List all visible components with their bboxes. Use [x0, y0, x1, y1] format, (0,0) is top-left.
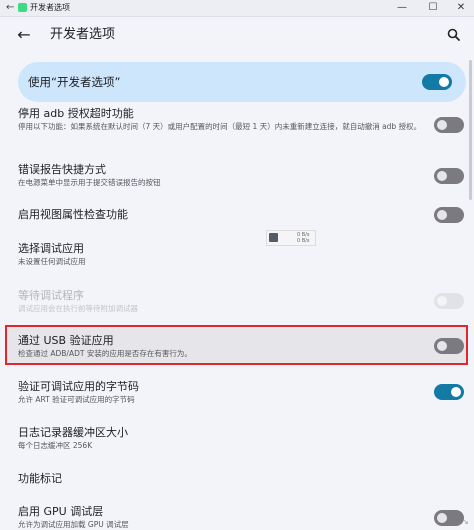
- switch-disable-adb-auth-timeout[interactable]: [434, 117, 464, 133]
- app-icon: [18, 3, 27, 12]
- setting-view-attribute-inspection[interactable]: 启用视图属性检查功能: [18, 208, 128, 222]
- setting-enable-gpu-debug-layers[interactable]: 启用 GPU 调试层 允许为调试应用加载 GPU 调试层: [18, 505, 129, 530]
- switch-knob: [437, 341, 447, 351]
- page-title: 开发者选项: [50, 27, 116, 42]
- switch-knob: [437, 296, 447, 306]
- setting-select-debug-app[interactable]: 选择调试应用 未设置任何调试应用: [18, 242, 86, 267]
- setting-wait-for-debugger: 等待调试程序 调试应用会在执行前等待附加调试器: [18, 289, 138, 314]
- setting-disable-adb-auth-timeout[interactable]: 停用 adb 授权超时功能 停用以下功能：如果系统在默认时间（7 天）或用户配置…: [18, 107, 421, 132]
- setting-title: 错误报告快捷方式: [18, 163, 106, 176]
- setting-title: 启用视图属性检查功能: [18, 208, 128, 221]
- setting-title: 日志记录器缓冲区大小: [18, 426, 128, 439]
- setting-subtitle: 停用以下功能：如果系统在默认时间（7 天）或用户配置的时间（最短 1 天）内未重…: [18, 122, 422, 131]
- switch-knob: [437, 171, 447, 181]
- switch-knob: [437, 120, 447, 130]
- window-title: 开发者选项: [30, 3, 70, 12]
- setting-subtitle: 检查通过 ADB/ADT 安装的应用是否存在有害行为。: [18, 349, 192, 358]
- setting-title: 通过 USB 验证应用: [18, 334, 114, 347]
- close-button[interactable]: ✕: [451, 1, 471, 15]
- switch-verify-apps-over-usb[interactable]: [434, 338, 464, 354]
- network-monitor-icon: [269, 233, 278, 242]
- switch-knob: [451, 387, 461, 397]
- switch-view-attribute-inspection[interactable]: [434, 207, 464, 223]
- setting-subtitle: 在电源菜单中显示用于提交错误报告的按钮: [18, 178, 161, 187]
- download-speed: 0 B/s: [297, 238, 310, 244]
- app-bar: ← 开发者选项: [0, 17, 474, 53]
- window-back-icon[interactable]: ←: [6, 2, 16, 14]
- master-toggle-label: 使用“开发者选项”: [28, 75, 121, 89]
- setting-subtitle: 允许 ART 验证可调试应用的字节码: [18, 395, 135, 404]
- network-speed-widget: 0 B/s 0 B/s: [266, 230, 316, 246]
- scrollbar-thumb[interactable]: [469, 60, 472, 200]
- switch-knob: [437, 210, 447, 220]
- scrollbar[interactable]: [469, 60, 472, 525]
- setting-title: 验证可调试应用的字节码: [18, 380, 139, 393]
- master-switch[interactable]: [422, 74, 452, 90]
- setting-verify-bytecode[interactable]: 验证可调试应用的字节码 允许 ART 验证可调试应用的字节码: [18, 380, 139, 405]
- developer-options-master-toggle[interactable]: 使用“开发者选项”: [18, 62, 466, 102]
- switch-knob: [437, 513, 447, 523]
- setting-title: 启用 GPU 调试层: [18, 505, 104, 518]
- setting-logger-buffer-size[interactable]: 日志记录器缓冲区大小 每个日志缓冲区 256K: [18, 426, 128, 451]
- minimize-button[interactable]: —: [392, 1, 412, 15]
- setting-title: 功能标记: [18, 472, 62, 485]
- maximize-button[interactable]: ☐: [423, 1, 443, 15]
- back-arrow-icon[interactable]: ←: [14, 25, 34, 45]
- setting-subtitle: 未设置任何调试应用: [18, 257, 86, 266]
- switch-wait-for-debugger: [434, 293, 464, 309]
- switch-bug-report-shortcut[interactable]: [434, 168, 464, 184]
- switch-verify-bytecode[interactable]: [434, 384, 464, 400]
- switch-enable-gpu-debug-layers[interactable]: [434, 510, 464, 526]
- setting-verify-apps-over-usb[interactable]: 通过 USB 验证应用 检查通过 ADB/ADT 安装的应用是否存在有害行为。: [18, 334, 192, 359]
- setting-bug-report-shortcut[interactable]: 错误报告快捷方式 在电源菜单中显示用于提交错误报告的按钮: [18, 163, 161, 188]
- resize-corner-icon: ↘: [462, 517, 469, 526]
- search-icon[interactable]: [444, 25, 464, 45]
- setting-title: 等待调试程序: [18, 289, 84, 302]
- setting-subtitle: 调试应用会在执行前等待附加调试器: [18, 304, 138, 313]
- setting-feature-flags[interactable]: 功能标记: [18, 472, 62, 486]
- setting-title: 停用 adb 授权超时功能: [18, 107, 134, 120]
- window-titlebar: ← 开发者选项 — ☐ ✕: [0, 0, 474, 17]
- switch-knob: [439, 77, 449, 87]
- setting-subtitle: 每个日志缓冲区 256K: [18, 441, 93, 450]
- setting-title: 选择调试应用: [18, 242, 84, 255]
